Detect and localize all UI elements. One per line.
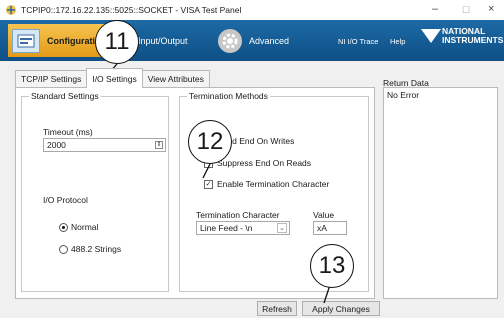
maximize-button[interactable]: ☐ bbox=[462, 5, 470, 16]
termination-character-select[interactable]: Line Feed - \n ⌄ bbox=[196, 221, 290, 235]
enable-termination-label: Enable Termination Character bbox=[217, 179, 330, 189]
value-label: Value bbox=[313, 210, 335, 220]
timeout-input[interactable]: 2000 ⇕ bbox=[43, 138, 166, 152]
termination-value: xA bbox=[317, 223, 327, 233]
main-toolbar: Configuration Input/Output Advanced NI I… bbox=[0, 20, 504, 61]
callout-12: 12 bbox=[188, 120, 232, 164]
radio-unselected-icon bbox=[59, 244, 68, 254]
advanced-button[interactable]: Advanced bbox=[218, 24, 289, 57]
enable-termination-checkbox[interactable]: ✓ Enable Termination Character bbox=[204, 179, 329, 189]
callout-13: 13 bbox=[310, 244, 354, 288]
protocol-488-radio[interactable]: 488.2 Strings bbox=[59, 244, 121, 254]
termination-methods-legend: Termination Methods bbox=[187, 91, 270, 101]
protocol-488-label: 488.2 Strings bbox=[71, 244, 122, 254]
tab-tcpip-settings[interactable]: TCP/IP Settings bbox=[15, 70, 88, 88]
visa-app-icon bbox=[6, 5, 16, 15]
return-data-box: No Error bbox=[383, 87, 498, 299]
tab-io-settings[interactable]: I/O Settings bbox=[86, 68, 143, 88]
suppress-end-label: Suppress End On Reads bbox=[217, 158, 312, 168]
return-data-value: No Error bbox=[387, 90, 420, 100]
input-output-label: Input/Output bbox=[138, 35, 188, 46]
refresh-button[interactable]: Refresh bbox=[257, 301, 297, 316]
ni-logo: NATIONAL INSTRUMENTS bbox=[420, 27, 503, 45]
standard-settings-group: Standard Settings Timeout (ms) 2000 ⇕ I/… bbox=[21, 91, 169, 292]
timeout-value: 2000 bbox=[47, 140, 66, 150]
termination-value-input[interactable]: xA bbox=[313, 221, 347, 235]
timeout-label: Timeout (ms) bbox=[43, 127, 93, 137]
tab-view-attributes[interactable]: View Attributes bbox=[141, 70, 210, 88]
gear-icon bbox=[218, 28, 242, 53]
minimize-button[interactable]: – bbox=[432, 3, 438, 15]
window-title: TCPIP0::172.16.22.135::5025::SOCKET - VI… bbox=[21, 5, 242, 15]
protocol-normal-label: Normal bbox=[71, 222, 99, 232]
io-protocol-label: I/O Protocol bbox=[43, 195, 88, 205]
help-link[interactable]: Help bbox=[390, 37, 405, 46]
ni-eagle-icon bbox=[421, 29, 441, 43]
close-button[interactable]: × bbox=[488, 3, 494, 15]
advanced-label: Advanced bbox=[249, 35, 290, 46]
title-bar: TCPIP0::172.16.22.135::5025::SOCKET - VI… bbox=[0, 0, 504, 20]
chevron-down-icon: ⌄ bbox=[277, 223, 287, 233]
termination-character-label: Termination Character bbox=[196, 210, 280, 220]
termination-character-value: Line Feed - \n bbox=[200, 223, 253, 233]
protocol-normal-radio[interactable]: Normal bbox=[59, 222, 98, 232]
configuration-icon bbox=[12, 28, 40, 53]
settings-tabs: TCP/IP Settings I/O Settings View Attrib… bbox=[15, 68, 210, 88]
input-output-button[interactable]: Input/Output bbox=[138, 24, 188, 57]
standard-settings-legend: Standard Settings bbox=[29, 91, 101, 101]
callout-11: 11 bbox=[95, 20, 139, 64]
ni-io-trace-link[interactable]: NI I/O Trace bbox=[338, 37, 378, 46]
checkbox-checked-icon: ✓ bbox=[204, 179, 213, 189]
radio-selected-icon bbox=[59, 222, 68, 232]
timeout-spinner-icon[interactable]: ⇕ bbox=[155, 141, 163, 149]
apply-changes-button[interactable]: Apply Changes bbox=[302, 301, 380, 316]
ni-logo-line2: INSTRUMENTS bbox=[442, 35, 504, 45]
